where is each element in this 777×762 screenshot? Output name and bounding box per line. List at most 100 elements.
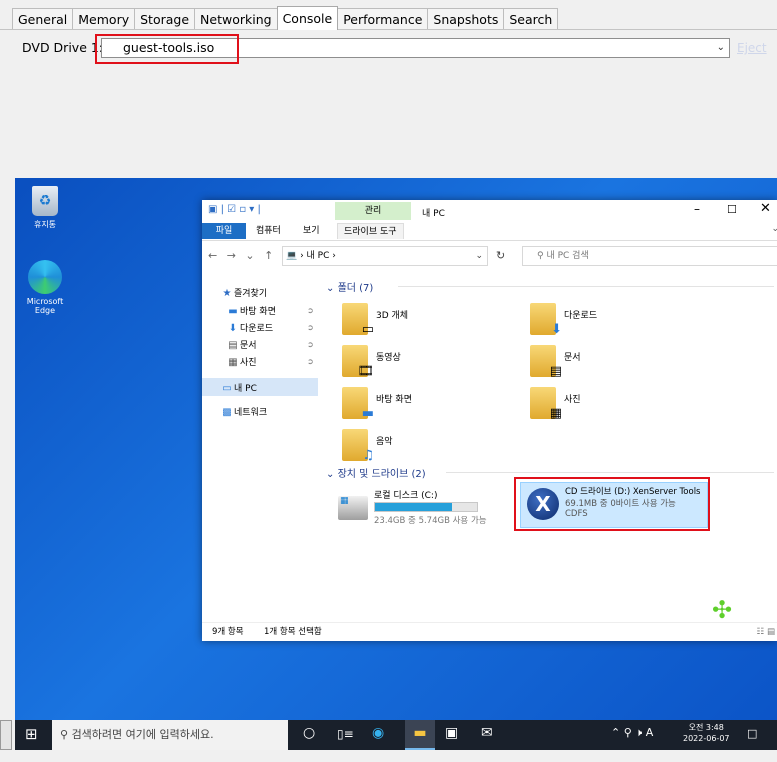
clock-date: 2022-06-07 [683, 734, 730, 743]
folder-music[interactable]: ♫ 음악 [342, 426, 522, 466]
address-bar[interactable]: 💻 › 내 PC › ⌄ [282, 246, 488, 266]
edge-label: Microsoft Edge [26, 297, 64, 315]
store-icon[interactable]: ▣ [445, 725, 458, 741]
tab-divider [0, 29, 777, 30]
folder-icon: ▬ [342, 387, 374, 421]
edge-taskbar-icon[interactable]: ◉ [372, 725, 384, 741]
ribbon-tab-file[interactable]: 파일 [202, 223, 246, 239]
sidebar-item-desktop[interactable]: ▬ 바탕 화면 [226, 304, 276, 317]
folder-documents[interactable]: ▤ 문서 [530, 342, 710, 382]
sidebar-label: 내 PC [234, 384, 257, 394]
sidebar-item-downloads[interactable]: ⬇ 다운로드 [226, 321, 273, 334]
task-view-icon[interactable]: ▯≡ [337, 727, 354, 741]
drives-header[interactable]: ⌄ 장치 및 드라이브 (2) [326, 465, 426, 480]
ribbon-expand-icon[interactable]: ⌄ [771, 224, 777, 234]
ribbon-tab-computer[interactable]: 컴퓨터 [250, 223, 287, 239]
drive-c-usage-fill [375, 503, 452, 511]
navigation-pane: ★ 즐겨찾기 ▬ 바탕 화면 ➲ ⬇ 다운로드 ➲ ▤ 문서 ➲ ▦ 사진 ➲ ▭ 내 PC… [202, 270, 320, 620]
breadcrumb-sep: › [329, 251, 336, 261]
nav-arrows-icon[interactable]: ← → ⌄ ↑ [208, 249, 276, 262]
tab-storage[interactable]: Storage [134, 8, 196, 30]
view-toggle-icon[interactable]: ☷ ▤ [757, 623, 775, 642]
drive-c-free: 23.4GB 중 5.74GB 사용 가능 [374, 516, 487, 526]
chevron-down-icon: ⌄ [326, 283, 338, 294]
recycle-bin-icon: ♻ [32, 186, 58, 216]
search-icon: ⚲ [60, 728, 72, 741]
recycle-bin-label: 휴지통 [33, 220, 57, 229]
tab-memory[interactable]: Memory [72, 8, 136, 30]
dvd-drive-label: DVD Drive 1: [22, 40, 104, 55]
hard-drive-icon: ▦ [338, 496, 368, 520]
folder-pictures[interactable]: ▦ 사진 [530, 384, 710, 424]
tab-snapshots[interactable]: Snapshots [427, 8, 505, 30]
file-explorer-window: ▣ | ☑ ▫ ▾ | 관리 내 PC – ☐ ✕ 파일 컴퓨터 보기 드라이브… [202, 200, 777, 641]
status-item-count: 9개 항목 [212, 627, 244, 637]
file-explorer-taskbar-icon[interactable]: ▬ [405, 720, 435, 750]
sidebar-label: 다운로드 [240, 324, 274, 334]
tab-performance[interactable]: Performance [337, 8, 429, 30]
sidebar-label: 즐겨찾기 [234, 289, 268, 299]
ribbon-context-manage[interactable]: 관리 [335, 202, 411, 220]
sidebar-item-network[interactable]: ▩ 네트워크 [220, 405, 267, 418]
vm-console[interactable]: ♻ 휴지통 Microsoft Edge ▣ | ☑ ▫ ▾ | 관리 내 PC… [15, 178, 777, 750]
sidebar-item-quick-access[interactable]: ★ 즐겨찾기 [220, 286, 268, 299]
computer-icon: ▭ [222, 383, 232, 394]
folders-header-label: 폴더 (7) [337, 283, 374, 294]
tab-networking[interactable]: Networking [194, 8, 278, 30]
folder-3d-objects[interactable]: ▭ 3D 개체 [342, 300, 522, 340]
maximize-icon[interactable]: ☐ [727, 203, 737, 216]
mail-icon[interactable]: ✉ [481, 725, 493, 741]
download-icon: ⬇ [228, 323, 238, 334]
navigation-bar: ← → ⌄ ↑ 💻 › 내 PC › ⌄ ↻ ⚲ 내 PC 검색 [202, 240, 777, 270]
tab-general[interactable]: General [12, 8, 74, 30]
clock-time: 오전 3:48 [688, 723, 724, 732]
folder-icon: ▭ [342, 303, 374, 337]
drive-c[interactable]: ▦ 로컬 디스크 (C:) 23.4GB 중 5.74GB 사용 가능 [338, 488, 508, 536]
chevron-down-icon: ⌄ [326, 469, 338, 480]
windows-start-icon[interactable]: ⊞ [25, 725, 38, 743]
pin-icon: ➲ [307, 340, 314, 349]
drives-header-label: 장치 및 드라이브 (2) [337, 469, 426, 480]
folder-icon: 🎞 [342, 345, 374, 379]
folder-label: 음악 [376, 437, 393, 447]
tab-search[interactable]: Search [503, 8, 559, 30]
move-cursor-icon: ✣ [712, 596, 733, 624]
ribbon-tab-drive-tools[interactable]: 드라이브 도구 [337, 223, 404, 239]
folder-downloads[interactable]: ⬇ 다운로드 [530, 300, 710, 340]
folder-desktop[interactable]: ▬ 바탕 화면 [342, 384, 522, 424]
drive-c-name: 로컬 디스크 (C:) [374, 491, 438, 501]
close-icon[interactable]: ✕ [760, 201, 771, 216]
left-edge-control [0, 720, 12, 750]
taskbar: ⊞ ⚲ 검색하려면 여기에 입력하세요. ○ ▯≡ ◉ ▬ ▣ ✉ ⌃ ⚲ 🕨 … [15, 720, 777, 750]
sidebar-item-this-pc[interactable]: ▭ 내 PC [202, 378, 318, 396]
network-icon: ⚲ [623, 726, 636, 739]
tab-console[interactable]: Console [276, 6, 339, 30]
taskbar-search-input[interactable]: ⚲ 검색하려면 여기에 입력하세요. [52, 720, 288, 750]
quick-access-toolbar-icon[interactable]: ▣ | ☑ ▫ ▾ | [208, 204, 261, 215]
explorer-search-input[interactable]: ⚲ 내 PC 검색 [522, 246, 777, 266]
folder-videos[interactable]: 🎞 동영상 [342, 342, 522, 382]
chevron-down-icon[interactable]: ⌄ [475, 247, 483, 265]
section-divider [398, 286, 774, 287]
minimize-icon[interactable]: – [694, 202, 700, 216]
computer-icon: 💻 › [286, 251, 307, 261]
desktop-edge[interactable]: Microsoft Edge [23, 260, 67, 315]
ribbon-tab-view[interactable]: 보기 [297, 223, 326, 239]
taskbar-clock[interactable]: 오전 3:48 2022-06-07 [683, 722, 730, 744]
sidebar-item-pictures[interactable]: ▦ 사진 [226, 355, 256, 368]
section-divider [446, 472, 774, 473]
star-icon: ★ [222, 288, 232, 299]
refresh-icon[interactable]: ↻ [496, 249, 505, 262]
folders-header[interactable]: ⌄ 폴더 (7) [326, 279, 373, 294]
chevron-up-icon: ⌃ [611, 726, 624, 739]
status-bar: 9개 항목 1개 항목 선택함 ☷ ▤ [202, 622, 777, 641]
eject-link[interactable]: Eject [737, 41, 767, 55]
explorer-search-placeholder: 내 PC 검색 [546, 251, 589, 261]
cortana-icon[interactable]: ○ [303, 725, 315, 741]
sidebar-item-documents[interactable]: ▤ 문서 [226, 338, 256, 351]
document-icon: ▤ [228, 340, 238, 351]
notification-icon[interactable]: □ [747, 727, 757, 740]
system-tray[interactable]: ⌃ ⚲ 🕨 A [611, 726, 653, 740]
desktop-recycle-bin[interactable]: ♻ 휴지통 [23, 186, 67, 229]
folder-icon: ▤ [530, 345, 562, 379]
